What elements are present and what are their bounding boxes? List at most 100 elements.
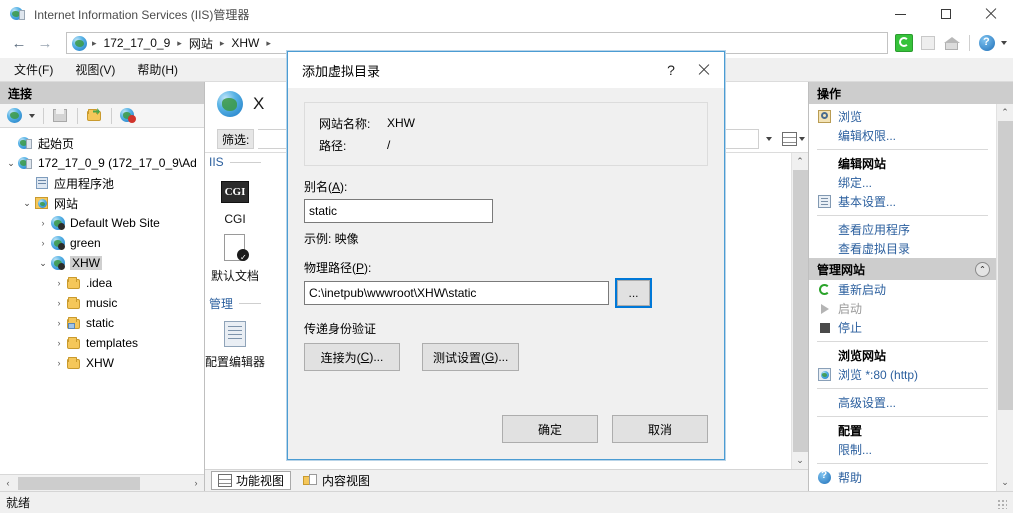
test-settings-button[interactable]: 测试设置(G)... [422,343,520,371]
content-vscrollbar[interactable]: ⌃ ⌄ [791,153,808,469]
tree-item-label: .idea [86,276,113,290]
action-item[interactable]: 绑定... [809,173,996,192]
dialog-help-button[interactable]: ? [656,55,686,85]
feature-cgi[interactable]: CGI CGI [205,177,265,226]
help-caret-icon[interactable] [1001,41,1007,45]
disconnect-icon[interactable] [120,107,137,124]
tree-item-green[interactable]: › green [0,233,204,253]
connect-globe-icon[interactable] [7,107,24,124]
collapse-chevron-icon[interactable]: › [52,318,66,328]
action-item[interactable]: 查看应用程序 [809,220,996,239]
home-icon[interactable] [942,33,962,53]
action-item[interactable]: 限制... [809,440,996,459]
tree-hscrollbar[interactable]: ‹ › [0,474,204,491]
hscroll-thumb[interactable] [18,476,140,490]
back-button[interactable]: ← [6,31,32,55]
expand-chevron-icon[interactable]: ⌄ [36,258,50,269]
collapse-chevron-icon[interactable]: › [52,278,66,288]
action-item[interactable]: 高级设置... [809,393,996,412]
tree-item-XHW[interactable]: › XHW [0,353,204,373]
action-item[interactable]: 查看虚拟目录 [809,239,996,258]
action-item[interactable]: 基本设置... [809,192,996,211]
help-icon[interactable]: ? [977,33,997,53]
collapse-chevron-icon[interactable]: ⌃ [975,261,990,277]
expand-chevron-icon[interactable]: ⌄ [20,198,34,209]
actions-vscrollbar[interactable]: ⌃ ⌄ [996,104,1013,491]
breadcrumb-item-site[interactable]: XHW [227,36,263,50]
group-by-button[interactable] [779,129,808,149]
collapse-chevron-icon[interactable]: › [52,338,66,348]
action-item[interactable]: ? 帮助 [809,468,996,487]
actions-section-label: 管理网站 [817,262,866,277]
connect-caret-icon[interactable] [29,113,35,118]
tree-item-static[interactable]: › static [0,313,204,333]
page-title: X [253,94,265,113]
physical-path-input[interactable]: C:\inetpub\wwwroot\XHW\static [304,281,609,305]
alias-input[interactable]: static [304,199,493,223]
feature-default-document[interactable]: ✓ 默认文档 [205,232,265,284]
vscroll-track[interactable] [997,121,1013,474]
breadcrumb-item-sites[interactable]: 网站 [185,35,217,52]
hscroll-left-arrow[interactable]: ‹ [0,478,16,488]
collapse-chevron-icon[interactable]: › [52,298,66,308]
close-button[interactable] [968,0,1013,28]
tree-item-music[interactable]: › music [0,293,204,313]
filter-options-button[interactable] [763,129,775,149]
refresh-icon[interactable] [894,33,914,53]
tree-item-172_17_0_9172_17_0_9Ad[interactable]: ⌄ 172_17_0_9 (172_17_0_9\Ad [0,153,204,173]
connections-tree[interactable]: 起始页 ⌄ 172_17_0_9 (172_17_0_9\Ad 应用程序池 ⌄ 网站 › De… [0,128,204,474]
vscroll-up-arrow[interactable]: ⌃ [997,104,1013,121]
action-item[interactable]: 启动 [809,299,996,318]
feature-config-editor[interactable]: 配置编辑器 [205,318,265,370]
action-item[interactable]: 浏览 [809,107,996,126]
tree-item-node[interactable]: 应用程序池 [0,173,204,193]
actions-list[interactable]: 浏览 编辑权限... 编辑网站 绑定... 基本设置... 查看应用程序 查看虚拟目录 管理网… [809,104,996,491]
action-label: 浏览 *:80 (http) [838,368,919,382]
site-name-label: 网站名称: [319,116,371,131]
tab-feature-view[interactable]: 功能视图 [211,471,292,490]
tree-item-templates[interactable]: › templates [0,333,204,353]
action-spacer [817,395,833,411]
collapse-chevron-icon[interactable]: › [52,358,66,368]
tree-item-XHW[interactable]: ⌄ XHW [0,253,204,273]
action-item[interactable]: 浏览 *:80 (http) [809,365,996,384]
collapse-chevron-icon[interactable]: › [36,238,50,248]
maximize-button[interactable] [923,0,968,28]
tab-content-view[interactable]: 内容视图 [297,471,376,490]
resize-grip-icon[interactable] [995,497,1007,509]
action-item[interactable]: 停止 [809,318,996,337]
breadcrumb-item-server[interactable]: 172_17_0_9 [100,36,175,50]
browse-button[interactable]: ... [617,280,650,306]
vscroll-thumb[interactable] [997,121,1013,411]
site-name-row: 网站名称: XHW [319,112,695,134]
minimize-button[interactable] [878,0,923,28]
vscroll-down-arrow[interactable]: ⌄ [997,474,1013,491]
vscroll-up-arrow[interactable]: ⌃ [792,153,809,170]
actions-divider [817,341,988,342]
forward-button[interactable]: → [32,31,58,55]
vscroll-thumb[interactable] [792,170,808,452]
tree-item-.idea[interactable]: › .idea [0,273,204,293]
expand-chevron-icon[interactable]: ⌄ [4,158,18,169]
hscroll-track[interactable] [16,476,188,490]
dialog-close-button[interactable] [686,55,722,85]
ok-button[interactable]: 确定 [502,415,598,443]
action-item[interactable]: 编辑权限... [809,126,996,145]
menu-file[interactable]: 文件(F) [14,61,53,78]
collapse-chevron-icon[interactable]: › [36,218,50,228]
open-folder-icon[interactable] [86,107,103,124]
tree-item-DefaultWebSite[interactable]: › Default Web Site [0,213,204,233]
vscroll-track[interactable] [792,170,808,452]
title-bar: Internet Information Services (IIS)管理器 [0,0,1013,28]
tree-item-node[interactable]: ⌄ 网站 [0,193,204,213]
vscroll-down-arrow[interactable]: ⌄ [792,452,809,469]
start-icon [817,301,833,317]
menu-help[interactable]: 帮助(H) [137,61,178,78]
action-item[interactable]: 重新启动 [809,280,996,299]
hscroll-right-arrow[interactable]: › [188,478,204,488]
tree-item-node[interactable]: 起始页 [0,133,204,153]
connect-as-button[interactable]: 连接为(C)... [304,343,400,371]
menu-view[interactable]: 视图(V) [75,61,115,78]
cancel-button[interactable]: 取消 [612,415,708,443]
tree-item-label: 网站 [54,196,79,211]
